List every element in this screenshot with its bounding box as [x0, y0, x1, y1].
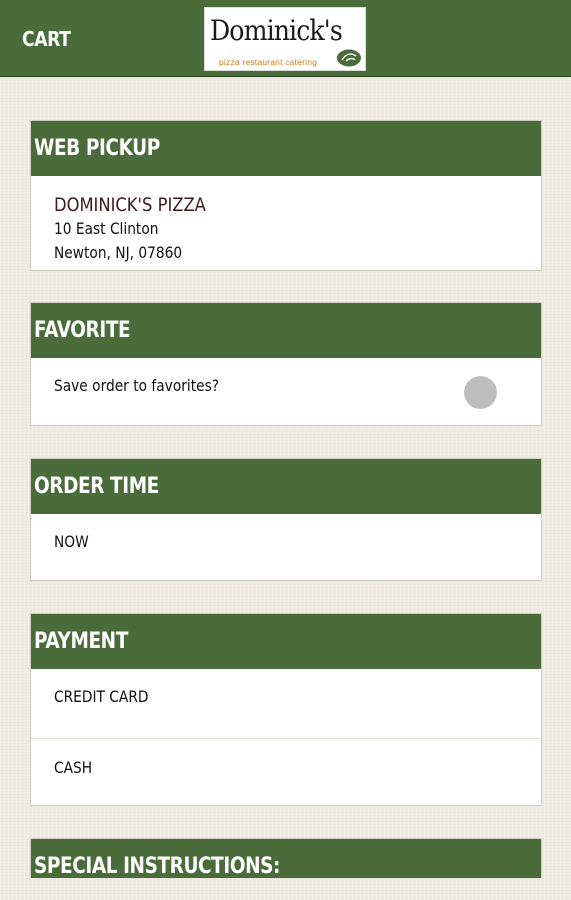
store-address-line1: 10 East Clinton: [54, 219, 159, 238]
pickup-location[interactable]: DOMINICK'S PIZZA 10 East Clinton Newton,…: [31, 176, 541, 265]
order-time-section: ORDER TIME NOW: [30, 458, 542, 581]
store-address-line2: Newton, NJ, 07860: [54, 243, 183, 262]
favorite-section: FAVORITE Save order to favorites?: [30, 302, 542, 426]
favorite-header: FAVORITE: [31, 303, 541, 358]
payment-option-label: CREDIT CARD: [54, 687, 149, 706]
payment-option-cash[interactable]: CASH: [31, 739, 541, 806]
payment-section: PAYMENT CREDIT CARD CASH: [30, 613, 542, 806]
order-time-value: NOW: [54, 532, 89, 551]
favorite-row: Save order to favorites?: [31, 358, 541, 425]
special-instructions-section: SPECIAL INSTRUCTIONS:: [30, 838, 542, 878]
favorite-prompt: Save order to favorites?: [54, 376, 220, 395]
logo-tagline: pizza restaurant catering: [219, 57, 318, 67]
payment-header: PAYMENT: [31, 614, 541, 669]
payment-option-credit-card[interactable]: CREDIT CARD: [31, 669, 541, 738]
order-time-header: ORDER TIME: [31, 459, 541, 514]
logo-wordmark: Dominick's: [210, 14, 343, 47]
payment-option-label: CASH: [54, 758, 93, 777]
top-app-bar: CART Dominick's pizza restaurant caterin…: [0, 0, 571, 77]
order-time-option[interactable]: NOW: [31, 514, 541, 580]
special-instructions-header: SPECIAL INSTRUCTIONS:: [31, 839, 541, 878]
page-title: CART: [22, 27, 71, 51]
web-pickup-header: WEB PICKUP: [31, 121, 541, 176]
restaurant-logo[interactable]: Dominick's pizza restaurant catering: [204, 7, 366, 71]
logo-leaf-icon: [337, 49, 361, 67]
web-pickup-section: WEB PICKUP DOMINICK'S PIZZA 10 East Clin…: [30, 120, 542, 271]
favorite-toggle[interactable]: [464, 376, 497, 409]
store-name: DOMINICK'S PIZZA: [54, 194, 206, 216]
